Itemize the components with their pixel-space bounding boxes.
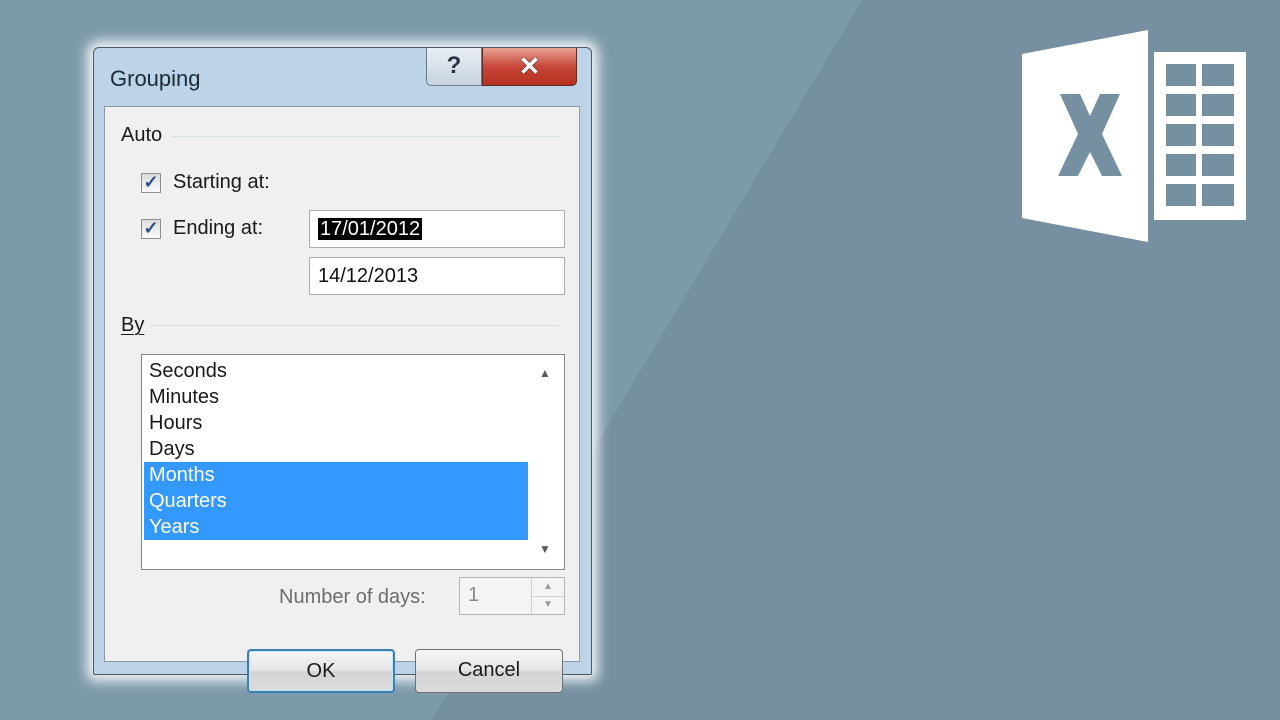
ending-at-checkbox[interactable]: ✓ xyxy=(141,218,161,239)
dialog-body: Auto ✓ Starting at: 17/01/2012 ✓ Ending … xyxy=(104,106,580,693)
starting-at-checkbox-row[interactable]: ✓ Starting at: xyxy=(141,171,270,194)
ending-at-checkbox-row[interactable]: ✓ Ending at: xyxy=(141,217,263,240)
by-list-items: Seconds Minutes Hours Days Months Quarte… xyxy=(144,358,528,540)
listbox-scrollbar[interactable]: ▲ ▼ xyxy=(529,356,563,568)
list-item-seconds[interactable]: Seconds xyxy=(144,358,528,384)
list-item-months[interactable]: Months xyxy=(144,462,528,488)
close-button[interactable]: ✕ xyxy=(482,48,577,86)
spin-up-icon[interactable]: ▲ xyxy=(532,578,564,597)
ending-at-label: Ending at: xyxy=(173,217,264,239)
starting-at-value: 17/01/2012 xyxy=(318,218,423,240)
list-item-days[interactable]: Days xyxy=(144,436,528,462)
starting-at-label: Starting at: xyxy=(173,171,270,193)
excel-logo-icon xyxy=(1022,30,1246,242)
spinner-buttons: ▲ ▼ xyxy=(531,578,564,614)
number-of-days-spinner[interactable]: 1 ▲ ▼ xyxy=(459,577,565,615)
by-listbox[interactable]: Seconds Minutes Hours Days Months Quarte… xyxy=(141,354,565,570)
auto-group-divider xyxy=(171,136,559,137)
dialog-title: Grouping xyxy=(110,66,201,91)
by-group-label: By xyxy=(121,314,153,337)
ending-at-value: 14/12/2013 xyxy=(318,265,419,287)
list-item-minutes[interactable]: Minutes xyxy=(144,384,528,410)
list-item-years[interactable]: Years xyxy=(144,514,528,540)
spin-down-icon[interactable]: ▼ xyxy=(532,596,564,614)
number-of-days-label: Number of days: xyxy=(279,586,426,608)
scroll-down-arrow-icon[interactable]: ▼ xyxy=(539,542,551,556)
cancel-button[interactable]: Cancel xyxy=(415,649,563,693)
auto-group-label: Auto xyxy=(121,124,171,147)
list-item-hours[interactable]: Hours xyxy=(144,410,528,436)
by-group-divider xyxy=(145,325,559,326)
ok-button[interactable]: OK xyxy=(247,649,395,693)
starting-at-checkbox[interactable]: ✓ xyxy=(141,172,161,193)
starting-at-input[interactable]: 17/01/2012 xyxy=(309,210,565,248)
list-item-quarters[interactable]: Quarters xyxy=(144,488,528,514)
ending-at-input[interactable]: 14/12/2013 xyxy=(309,257,565,295)
number-of-days-value: 1 xyxy=(468,584,480,606)
scroll-up-arrow-icon[interactable]: ▲ xyxy=(539,366,551,380)
help-button[interactable]: ? xyxy=(426,48,482,86)
grouping-dialog: Grouping ? ✕ Auto ✓ Starting at: 17/01/2… xyxy=(93,47,592,693)
